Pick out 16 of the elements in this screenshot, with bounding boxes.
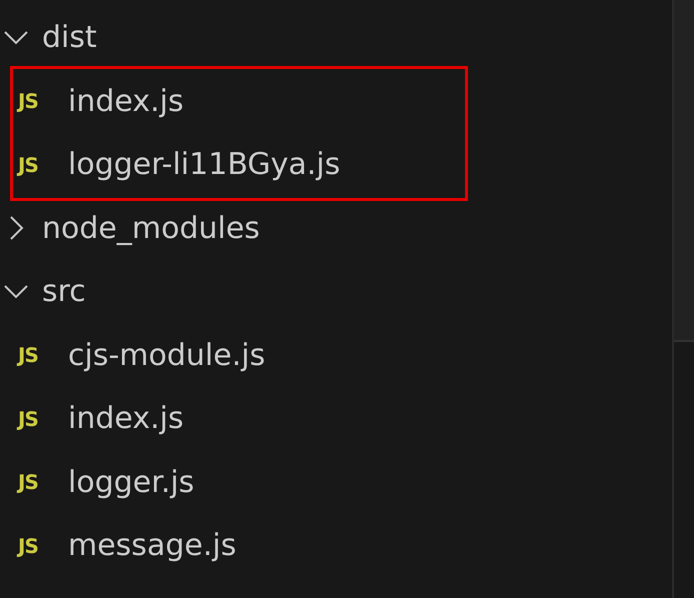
- folder-name[interactable]: dist: [42, 20, 97, 56]
- js-file-icon: JS: [18, 534, 46, 558]
- file-name[interactable]: cjs-module.js: [68, 338, 266, 373]
- js-file-icon: JS: [18, 343, 46, 368]
- file-name[interactable]: message.js: [68, 528, 236, 564]
- folder-name[interactable]: src: [42, 274, 86, 310]
- scrollbar-thumb[interactable]: [674, 0, 694, 342]
- js-file-icon: JS: [18, 152, 46, 177]
- js-file-icon: JS: [18, 470, 46, 494]
- file-name[interactable]: index.js: [68, 84, 184, 119]
- file-name[interactable]: logger.js: [68, 464, 194, 500]
- folder-name[interactable]: node_modules: [42, 210, 260, 246]
- file-name[interactable]: index.js: [68, 401, 184, 436]
- js-file-icon: JS: [18, 406, 46, 431]
- js-file-icon: JS: [18, 89, 46, 114]
- file-name[interactable]: logger-li11BGya.js: [68, 147, 340, 182]
